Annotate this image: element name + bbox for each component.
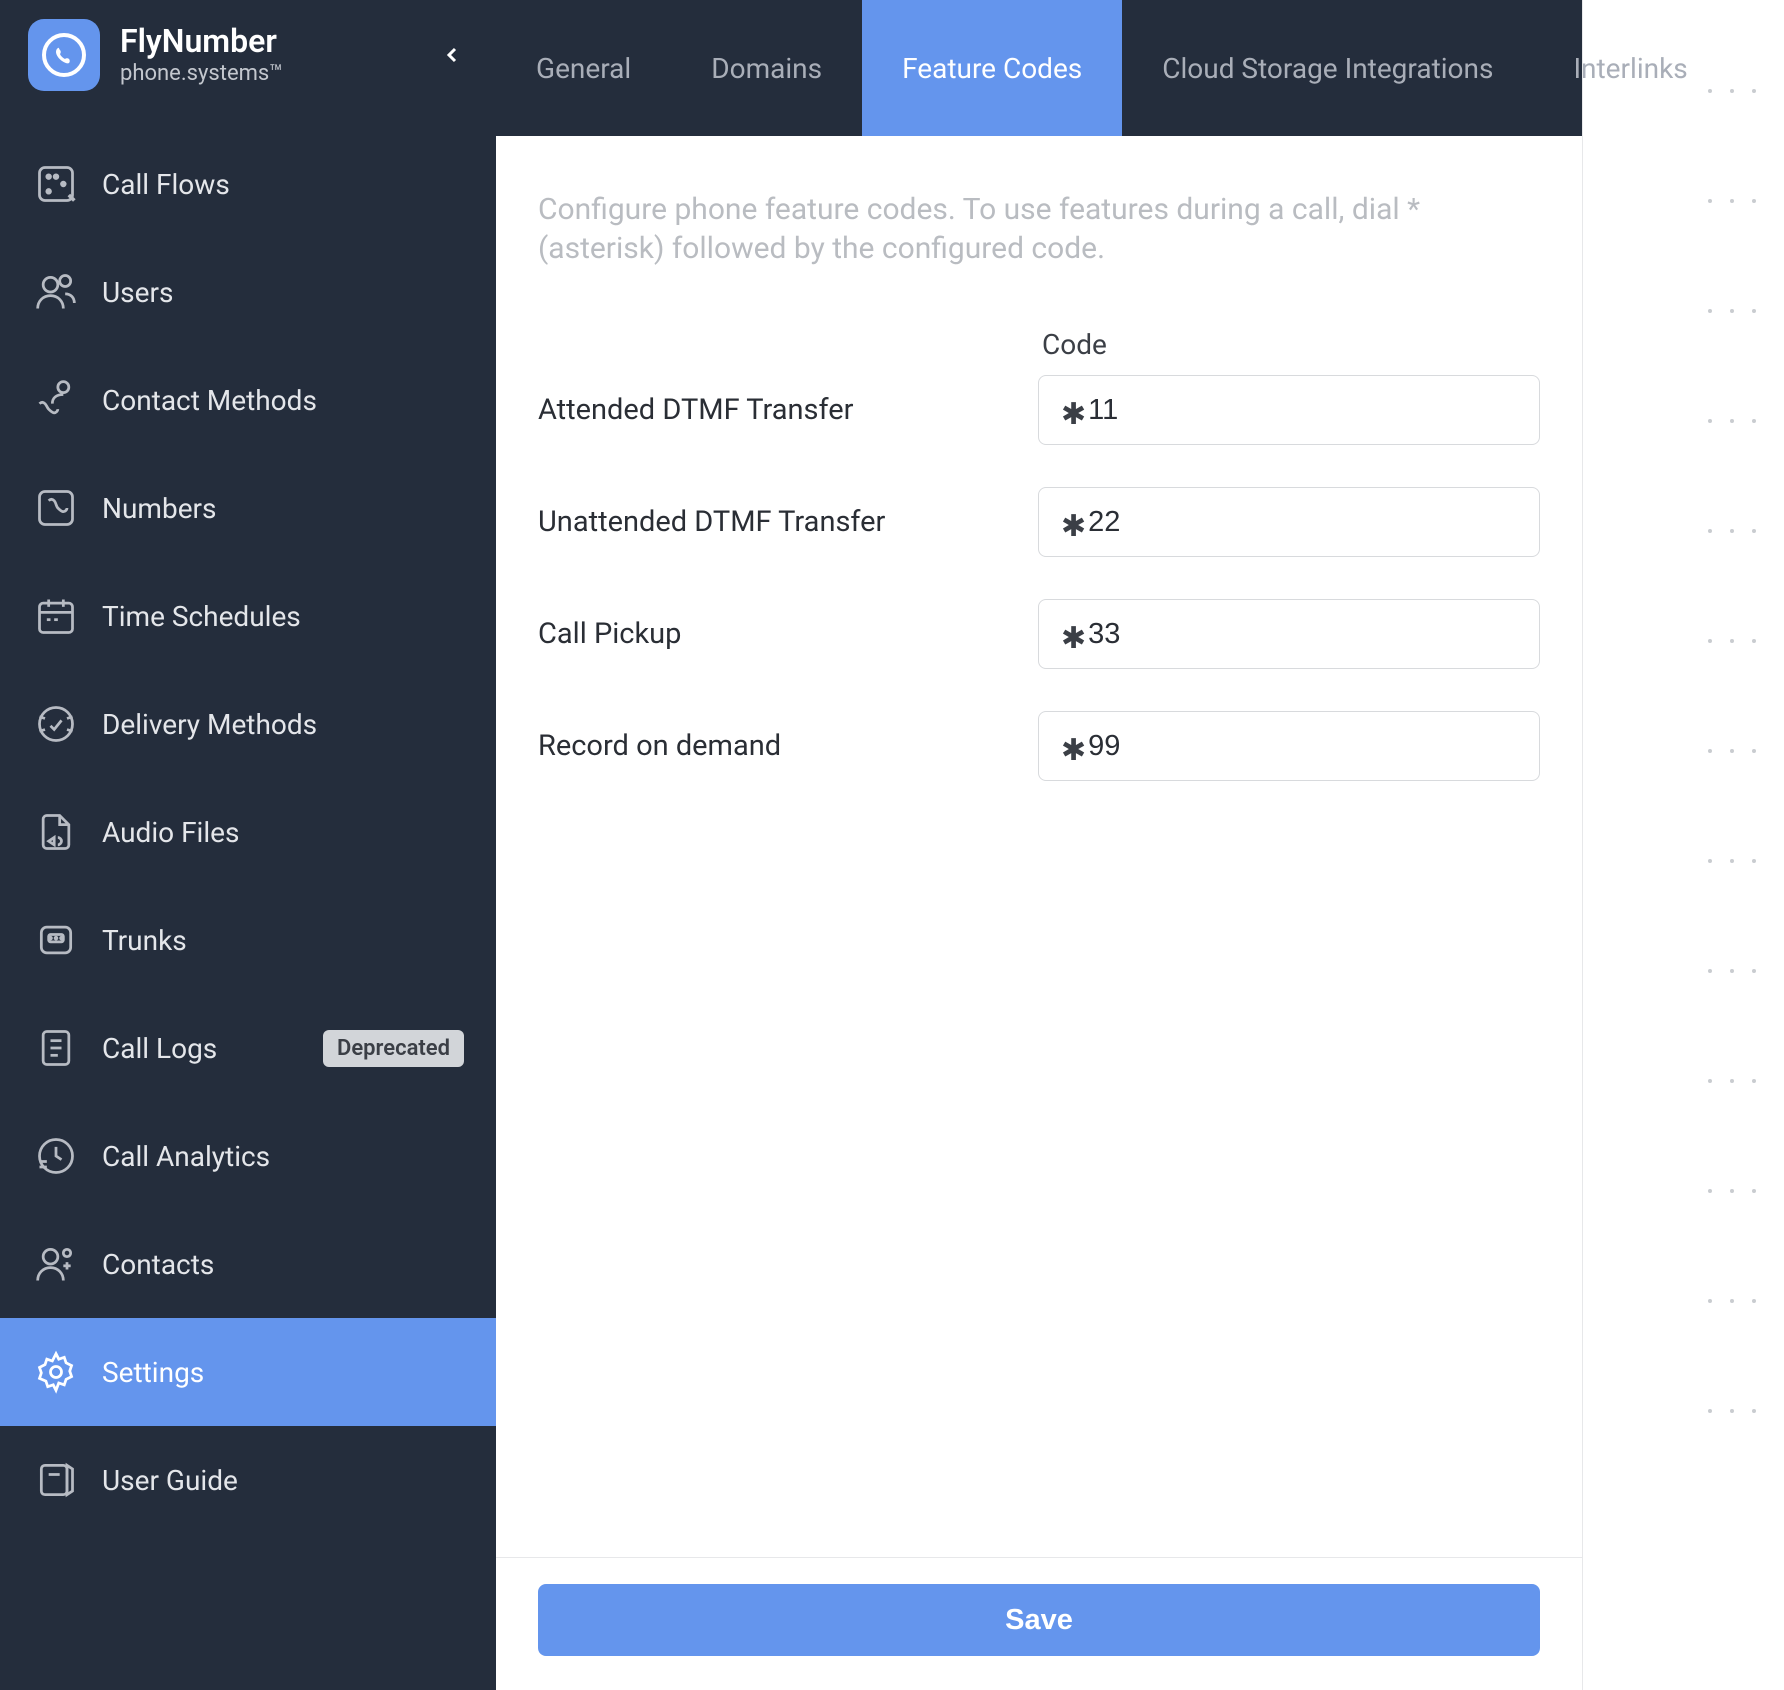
row-label: Call Pickup <box>538 617 1038 651</box>
row-unattended-transfer: Unattended DTMF Transfer ✱ <box>538 487 1540 557</box>
sidebar-item-label: Settings <box>102 1356 204 1389</box>
asterisk-prefix: ✱ <box>1061 397 1086 432</box>
code-input-wrap[interactable]: ✱ <box>1038 375 1540 445</box>
content-column: General Domains Feature Codes Cloud Stor… <box>496 0 1582 1690</box>
feature-codes-form: Code Attended DTMF Transfer ✱ Unattended… <box>538 328 1540 781</box>
row-label: Record on demand <box>538 729 1038 763</box>
rail-row <box>1583 696 1784 806</box>
brand-text: FlyNumber phone.systems™ <box>120 24 432 86</box>
rail-row <box>1583 1356 1784 1466</box>
main-area: General Domains Feature Codes Cloud Stor… <box>496 0 1784 1690</box>
sidebar-item-call-analytics[interactable]: Call Analytics <box>0 1102 496 1210</box>
row-label: Unattended DTMF Transfer <box>538 505 1038 539</box>
rail-row <box>1583 476 1784 586</box>
sidebar-item-label: Audio Files <box>102 816 239 849</box>
tab-bar: General Domains Feature Codes Cloud Stor… <box>496 0 1582 136</box>
sidebar-nav: Call Flows Users Contact Methods Numbers… <box>0 110 496 1534</box>
sidebar-item-delivery-methods[interactable]: Delivery Methods <box>0 670 496 778</box>
sidebar-item-label: Call Analytics <box>102 1140 270 1173</box>
brand-title: FlyNumber <box>120 24 432 59</box>
code-input-attended[interactable] <box>1088 394 1517 427</box>
rail-row <box>1583 1136 1784 1246</box>
sidebar-item-label: Call Flows <box>102 168 230 201</box>
code-input-wrap[interactable]: ✱ <box>1038 487 1540 557</box>
audio-file-icon <box>32 808 80 856</box>
rail-row <box>1583 256 1784 366</box>
rail-row <box>1583 1026 1784 1136</box>
sidebar-item-label: Numbers <box>102 492 216 525</box>
sidebar-item-label: User Guide <box>102 1464 238 1497</box>
calendar-icon <box>32 592 80 640</box>
sidebar-item-label: Time Schedules <box>102 600 301 633</box>
code-input-unattended[interactable] <box>1088 506 1517 539</box>
sidebar-item-time-schedules[interactable]: Time Schedules <box>0 562 496 670</box>
code-column-header: Code <box>1038 328 1107 361</box>
save-button[interactable]: Save <box>538 1584 1540 1656</box>
sidebar-item-call-flows[interactable]: Call Flows <box>0 130 496 238</box>
rail-row <box>1583 146 1784 256</box>
tab-domains[interactable]: Domains <box>671 0 862 136</box>
content-footer: Save <box>496 1557 1582 1690</box>
sidebar-item-label: Contacts <box>102 1248 214 1281</box>
book-icon <box>32 1456 80 1504</box>
sidebar-item-label: Call Logs <box>102 1032 217 1065</box>
rail-row <box>1583 366 1784 476</box>
contact-methods-icon <box>32 376 80 424</box>
app-logo <box>28 19 100 91</box>
gear-icon <box>32 1348 80 1396</box>
numbers-icon <box>32 484 80 532</box>
collapse-sidebar-button[interactable] <box>432 35 472 75</box>
sidebar-item-label: Delivery Methods <box>102 708 317 741</box>
content-body: Configure phone feature codes. To use fe… <box>496 136 1582 1557</box>
tab-cloud-storage[interactable]: Cloud Storage Integrations <box>1122 0 1533 136</box>
row-call-pickup: Call Pickup ✱ <box>538 599 1540 669</box>
tab-feature-codes[interactable]: Feature Codes <box>862 0 1122 136</box>
sidebar-item-label: Contact Methods <box>102 384 317 417</box>
code-input-record[interactable] <box>1088 730 1517 763</box>
asterisk-prefix: ✱ <box>1061 509 1086 544</box>
asterisk-prefix: ✱ <box>1061 621 1086 656</box>
rail-row <box>1583 586 1784 696</box>
delivery-icon <box>32 700 80 748</box>
rail-row <box>1583 916 1784 1026</box>
analytics-icon <box>32 1132 80 1180</box>
row-attended-transfer: Attended DTMF Transfer ✱ <box>538 375 1540 445</box>
deprecated-badge: Deprecated <box>323 1030 464 1067</box>
sidebar-item-trunks[interactable]: Trunks <box>0 886 496 994</box>
code-input-wrap[interactable]: ✱ <box>1038 711 1540 781</box>
brand-subtitle: phone.systems™ <box>120 61 432 86</box>
chevron-left-icon <box>440 43 464 67</box>
right-rail <box>1582 0 1784 1690</box>
call-flows-icon <box>32 160 80 208</box>
row-label: Attended DTMF Transfer <box>538 393 1038 427</box>
sidebar: FlyNumber phone.systems™ Call Flows User… <box>0 0 496 1690</box>
contacts-icon <box>32 1240 80 1288</box>
row-record-on-demand: Record on demand ✱ <box>538 711 1540 781</box>
sidebar-item-audio-files[interactable]: Audio Files <box>0 778 496 886</box>
column-headers: Code <box>538 328 1540 361</box>
rail-row <box>1583 1246 1784 1356</box>
sidebar-item-user-guide[interactable]: User Guide <box>0 1426 496 1534</box>
trunks-icon <box>32 916 80 964</box>
sidebar-item-settings[interactable]: Settings <box>0 1318 496 1426</box>
phone-icon <box>40 31 88 79</box>
call-logs-icon <box>32 1024 80 1072</box>
users-icon <box>32 268 80 316</box>
tab-general[interactable]: General <box>496 0 671 136</box>
sidebar-item-label: Trunks <box>102 924 187 957</box>
sidebar-item-numbers[interactable]: Numbers <box>0 454 496 562</box>
code-input-pickup[interactable] <box>1088 618 1517 651</box>
asterisk-prefix: ✱ <box>1061 733 1086 768</box>
sidebar-item-contacts[interactable]: Contacts <box>0 1210 496 1318</box>
rail-row <box>1583 806 1784 916</box>
rail-row <box>1583 36 1784 146</box>
sidebar-item-users[interactable]: Users <box>0 238 496 346</box>
sidebar-header: FlyNumber phone.systems™ <box>0 0 496 110</box>
page-description: Configure phone feature codes. To use fe… <box>538 190 1518 268</box>
sidebar-item-call-logs[interactable]: Call Logs Deprecated <box>0 994 496 1102</box>
sidebar-item-contact-methods[interactable]: Contact Methods <box>0 346 496 454</box>
sidebar-item-label: Users <box>102 276 173 309</box>
code-input-wrap[interactable]: ✱ <box>1038 599 1540 669</box>
